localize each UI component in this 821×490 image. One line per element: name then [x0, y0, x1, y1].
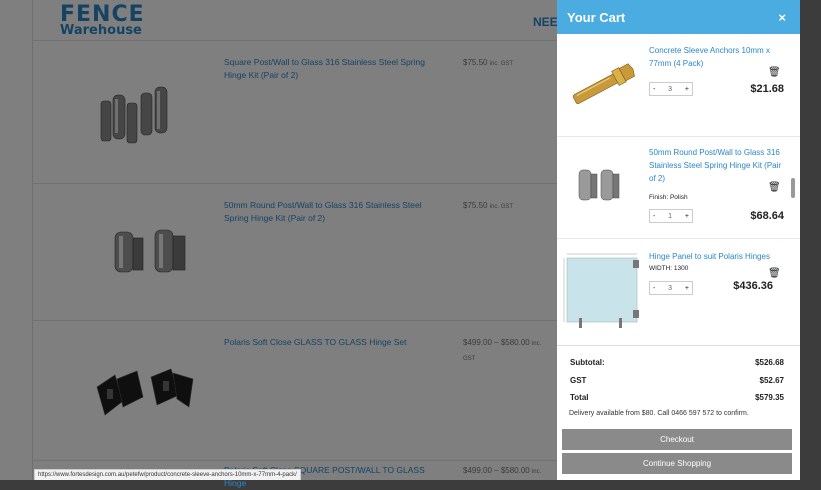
cart-item: Hinge Panel to suit Polaris Hinges WIDTH… [557, 238, 800, 346]
total-value: $579.35 [755, 393, 784, 402]
product-image-hinge-panel [563, 253, 639, 328]
gst-value: $52.67 [759, 376, 784, 385]
subtotal-value: $526.68 [755, 358, 784, 367]
trash-icon[interactable]: 🗑 [768, 268, 781, 279]
cart-item-price: $436.36 [733, 280, 773, 292]
qty-minus-button[interactable]: - [653, 285, 655, 292]
cart-scrollbar[interactable] [791, 178, 795, 198]
total-row: Total $579.35 [570, 393, 784, 402]
qty-minus-button[interactable]: - [653, 86, 655, 93]
qty-plus-button[interactable]: + [685, 86, 689, 93]
quantity-stepper[interactable]: - 3 + [649, 82, 693, 96]
cart-item-price: $21.68 [750, 83, 784, 95]
qty-minus-button[interactable]: - [653, 213, 655, 220]
product-image-round-hinge [578, 169, 620, 201]
cart-item: Concrete Sleeve Anchors 10mm x 77mm (4 P… [557, 34, 800, 137]
cart-title: Your Cart [567, 9, 626, 25]
product-image-concrete-anchor [572, 63, 635, 105]
cart-totals: Subtotal: $526.68 GST $52.67 Total $579.… [557, 345, 800, 474]
qty-plus-button[interactable]: + [685, 285, 689, 292]
cart-drawer: Your Cart × Concrete Sleeve Anchors 10mm… [557, 0, 800, 480]
gst-row: GST $52.67 [570, 376, 784, 385]
qty-value[interactable]: 3 [668, 86, 672, 93]
cart-item-width: WIDTH: 1300 [649, 265, 689, 272]
cart-item-name-link[interactable]: 50mm Round Post/Wall to Glass 316 Stainl… [649, 146, 789, 185]
quantity-stepper[interactable]: - 3 + [649, 281, 693, 295]
qty-plus-button[interactable]: + [685, 213, 689, 220]
subtotal-label: Subtotal: [570, 358, 605, 367]
subtotal-row: Subtotal: $526.68 [570, 358, 784, 367]
qty-value[interactable]: 1 [668, 213, 672, 220]
right-backdrop [800, 0, 821, 480]
total-label: Total [570, 393, 589, 402]
trash-icon[interactable]: 🗑 [768, 67, 781, 78]
cart-item: 50mm Round Post/Wall to Glass 316 Stainl… [557, 136, 800, 239]
cart-item-price: $68.64 [750, 210, 784, 222]
qty-value[interactable]: 3 [668, 285, 672, 292]
status-bar-url: https://www.fortesdesign.com.au/petefw/p… [34, 469, 301, 480]
close-icon[interactable]: × [778, 10, 786, 25]
delivery-note: Delivery available from $80. Call 0466 5… [569, 410, 749, 417]
trash-icon[interactable]: 🗑 [768, 182, 781, 193]
cart-header: Your Cart × [557, 0, 800, 34]
checkout-button[interactable]: Checkout [562, 429, 792, 450]
quantity-stepper[interactable]: - 1 + [649, 209, 693, 223]
cart-item-finish: Finish: Polish [649, 194, 688, 201]
page-dim-overlay[interactable] [0, 0, 557, 480]
cart-item-name-link[interactable]: Hinge Panel to suit Polaris Hinges [649, 250, 789, 263]
gst-label: GST [570, 376, 587, 385]
continue-shopping-button[interactable]: Continue Shopping [562, 453, 792, 474]
